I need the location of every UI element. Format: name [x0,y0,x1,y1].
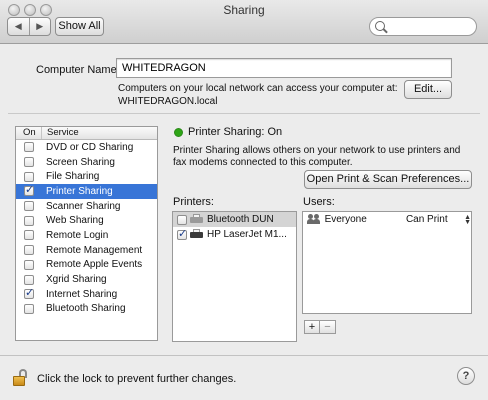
service-checkbox-cell [16,157,42,168]
service-row[interactable]: Remote Apple Events [16,258,157,273]
sharing-window: Sharing ◀ ▶ Show All Computer Name: Comp… [0,0,488,400]
service-label: DVD or CD Sharing [46,141,134,153]
service-label: Remote Apple Events [46,259,143,271]
printer-row[interactable]: HP LaserJet M1... [173,227,296,242]
service-row[interactable]: Xgrid Sharing [16,272,157,287]
service-checkbox-cell [16,245,42,256]
search-icon [375,21,385,31]
printers-list: Bluetooth DUN HP LaserJet M1... [172,211,297,342]
toolbar: Sharing ◀ ▶ Show All [0,0,488,44]
service-row[interactable]: DVD or CD Sharing [16,140,157,155]
status-indicator-icon [174,128,183,137]
remove-user-button[interactable]: − [320,320,336,334]
status-text: Printer Sharing: On [188,126,283,138]
service-checkbox-cell [16,303,42,314]
service-checkbox-cell [16,201,42,212]
computer-name-field[interactable] [116,58,452,78]
user-row[interactable]: Everyone Can Print ▲ ▼ [303,212,471,227]
user-add-remove: + − [304,320,336,334]
service-label: Scanner Sharing [46,200,121,212]
help-button[interactable]: ? [457,367,475,385]
computer-name-description-line1: Computers on your local network can acce… [118,83,398,94]
printer-checkbox[interactable] [177,214,187,225]
service-label: Web Sharing [46,215,104,227]
lock-message: Click the lock to prevent further change… [37,373,237,385]
service-checkbox[interactable] [24,215,34,226]
service-label: Internet Sharing [46,288,118,300]
service-row[interactable]: Bluetooth Sharing [16,302,157,317]
service-row[interactable]: Internet Sharing [16,286,157,302]
computer-name-description: Computers on your local network can acce… [118,82,398,108]
printer-icon [190,214,203,225]
service-row[interactable]: Remote Login [16,228,157,243]
user-permission-popup[interactable]: Can Print [406,214,464,225]
lock-icon[interactable] [13,369,27,386]
show-all-button[interactable]: Show All [55,17,104,36]
service-checkbox[interactable] [24,201,34,212]
printers-label: Printers: [173,196,214,208]
users-list: Everyone Can Print ▲ ▼ [302,211,472,314]
service-checkbox[interactable] [24,183,34,197]
edit-button[interactable]: Edit... [404,80,452,99]
service-checkbox-cell [16,286,42,300]
computer-name-local-address: WHITEDRAGON.local [118,96,218,107]
computer-name-label: Computer Name: [36,64,120,76]
service-label: Screen Sharing [46,156,115,168]
popup-arrows-icon[interactable]: ▲ ▼ [464,214,471,226]
service-label: Bluetooth Sharing [46,303,126,315]
column-header-on[interactable]: On [16,127,42,139]
service-row[interactable]: Web Sharing [16,213,157,228]
service-checkbox-cell [16,183,42,197]
service-checkbox-cell [16,171,42,182]
add-user-button[interactable]: + [304,320,320,334]
service-checkbox[interactable] [24,142,34,153]
service-row[interactable]: Remote Management [16,243,157,258]
service-checkbox-cell [16,274,42,285]
service-checkbox[interactable] [24,286,34,300]
service-row[interactable]: File Sharing [16,169,157,184]
users-label: Users: [303,196,335,208]
service-checkbox[interactable] [24,230,34,241]
service-label: Xgrid Sharing [46,274,107,286]
service-row[interactable]: Scanner Sharing [16,199,157,214]
service-checkbox-cell [16,259,42,270]
service-checkbox-cell [16,142,42,153]
service-checkbox[interactable] [24,259,34,270]
services-list: On Service DVD or CD Sharing Screen Shari… [15,126,158,341]
back-arrow-icon[interactable]: ◀ [8,18,30,35]
printer-row[interactable]: Bluetooth DUN [173,212,296,227]
printer-icon [190,229,203,240]
printer-checkbox[interactable] [177,227,187,240]
service-label: File Sharing [46,171,100,183]
service-checkbox[interactable] [24,171,34,182]
service-row[interactable]: Printer Sharing [16,183,157,199]
user-name: Everyone [324,214,367,225]
search-input[interactable] [388,19,472,34]
service-label: Remote Login [46,229,109,241]
nav-arrows: ◀ ▶ [7,17,51,36]
forward-arrow-icon[interactable]: ▶ [30,18,51,35]
service-checkbox[interactable] [24,245,34,256]
users-group-icon [307,214,321,225]
column-header-service[interactable]: Service [42,127,79,139]
service-checkbox[interactable] [24,303,34,314]
open-print-scan-preferences-button[interactable]: Open Print & Scan Preferences... [304,170,472,189]
service-checkbox[interactable] [24,274,34,285]
printer-name: HP LaserJet M1... [207,229,287,240]
service-row[interactable]: Screen Sharing [16,155,157,170]
search-field[interactable] [369,17,477,36]
window-title: Sharing [223,3,265,17]
footer-divider [0,355,488,356]
service-label: Printer Sharing [46,185,113,197]
service-checkbox-cell [16,215,42,226]
service-checkbox-cell [16,230,42,241]
printer-name: Bluetooth DUN [207,214,274,225]
service-checkbox[interactable] [24,157,34,168]
services-list-header: On Service [16,127,157,140]
service-description: Printer Sharing allows others on your ne… [173,145,461,168]
service-label: Remote Management [46,244,143,256]
divider [8,113,480,114]
